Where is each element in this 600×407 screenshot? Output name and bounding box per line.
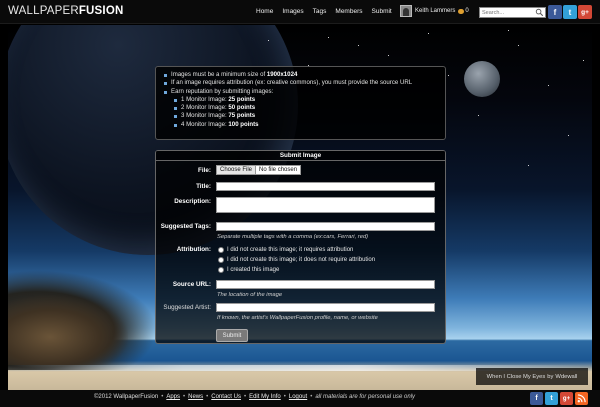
- copyright: ©2012 WallpaperFusion: [94, 394, 159, 400]
- guideline-attribution: If an image requires attribution (ex: cr…: [162, 79, 439, 87]
- tags-label: Suggested Tags:: [160, 223, 211, 230]
- rss-icon[interactable]: [575, 392, 588, 405]
- moon-graphic: [464, 61, 500, 97]
- source-url-hint: The location of the image: [217, 292, 283, 298]
- search-box: [479, 7, 546, 18]
- file-status: No file chosen: [259, 167, 298, 173]
- radio-button[interactable]: [218, 247, 224, 253]
- radio-button[interactable]: [218, 257, 224, 263]
- footer-link-logout[interactable]: Logout: [289, 394, 307, 400]
- form-title: Submit Image: [156, 151, 445, 161]
- file-picker[interactable]: Choose File No file chosen: [216, 165, 302, 175]
- cliff-graphic: [8, 295, 128, 365]
- avatar[interactable]: [400, 5, 412, 17]
- source-url-label: Source URL:: [172, 281, 211, 288]
- nav-tags[interactable]: Tags: [313, 8, 327, 15]
- attribution-label: Attribution:: [176, 246, 211, 253]
- title-field[interactable]: [216, 182, 435, 191]
- reputation-tier: 3 Monitor Image: 75 points: [162, 112, 439, 120]
- footer-link-apps[interactable]: Apps: [166, 394, 180, 400]
- twitter-icon[interactable]: t: [563, 5, 577, 19]
- top-bar: WALLPAPERFUSION Home Images Tags Members…: [0, 0, 600, 24]
- facebook-icon[interactable]: f: [548, 5, 562, 19]
- wallpaper-author[interactable]: Wdewall: [555, 374, 577, 380]
- facebook-icon[interactable]: f: [530, 392, 543, 405]
- artist-label: Suggested Artist:: [163, 304, 211, 311]
- guideline-reputation: Earn reputation by submitting images:: [162, 88, 439, 96]
- footer-links: ©2012 WallpaperFusion • Apps • News • Co…: [94, 394, 416, 400]
- attribution-option-self[interactable]: I created this image: [218, 267, 279, 273]
- site-logo[interactable]: WALLPAPERFUSION: [8, 5, 123, 17]
- main-nav: Home Images Tags Members Submit: [256, 8, 401, 15]
- wallpaper-title[interactable]: When I Close My Eyes: [487, 374, 546, 380]
- file-label: File:: [198, 167, 211, 174]
- user-menu[interactable]: Keith Lammers 0: [400, 5, 469, 17]
- footer: ©2012 WallpaperFusion • Apps • News • Co…: [0, 390, 600, 407]
- nav-submit[interactable]: Submit: [372, 8, 392, 15]
- submission-guidelines: Images must be a minimum size of 1900x10…: [155, 66, 446, 140]
- reputation-coin-icon: [458, 8, 465, 14]
- reputation-count: 0: [465, 8, 469, 14]
- tags-hint: Separate multiple tags with a comma (ex:…: [217, 234, 369, 240]
- radio-button[interactable]: [218, 267, 224, 273]
- title-label: Title:: [196, 183, 211, 190]
- wallpaper-credit[interactable]: When I Close My Eyes by Wdewall: [476, 368, 588, 385]
- nav-home[interactable]: Home: [256, 8, 273, 15]
- nav-members[interactable]: Members: [335, 8, 362, 15]
- description-label: Description:: [174, 198, 211, 205]
- description-field[interactable]: [216, 197, 435, 213]
- search-icon[interactable]: [535, 8, 544, 17]
- attribution-option-not-required[interactable]: I did not create this image; it does not…: [218, 257, 375, 263]
- logo-text-light: WALLPAPER: [8, 5, 79, 17]
- user-name[interactable]: Keith Lammers: [415, 8, 455, 14]
- reputation-tier: 4 Monitor Image: 100 points: [162, 121, 439, 129]
- reputation-tier: 1 Monitor Image: 25 points: [162, 96, 439, 104]
- source-url-field[interactable]: [216, 280, 435, 289]
- googleplus-icon[interactable]: g+: [578, 5, 592, 19]
- logo-text-bold: FUSION: [78, 5, 124, 17]
- tags-field[interactable]: [216, 222, 435, 231]
- reputation-tier: 2 Monitor Image: 50 points: [162, 104, 439, 112]
- footer-link-contact[interactable]: Contact Us: [211, 394, 241, 400]
- footer-link-news[interactable]: News: [188, 394, 203, 400]
- googleplus-icon[interactable]: g+: [560, 392, 573, 405]
- artist-field[interactable]: [216, 303, 435, 312]
- guideline-size: Images must be a minimum size of 1900x10…: [162, 71, 439, 79]
- attribution-option-required[interactable]: I did not create this image; it requires…: [218, 247, 353, 253]
- artist-hint: If known, the artist's WallpaperFusion p…: [217, 315, 378, 321]
- footer-note: all materials are for personal use only: [315, 394, 416, 400]
- footer-link-edit-info[interactable]: Edit My Info: [249, 394, 281, 400]
- search-input[interactable]: [480, 8, 534, 17]
- credit-by: by: [547, 373, 554, 380]
- choose-file-button[interactable]: Choose File: [217, 166, 257, 174]
- twitter-icon[interactable]: t: [545, 392, 558, 405]
- submit-button[interactable]: Submit: [216, 329, 248, 342]
- nav-images[interactable]: Images: [282, 8, 303, 15]
